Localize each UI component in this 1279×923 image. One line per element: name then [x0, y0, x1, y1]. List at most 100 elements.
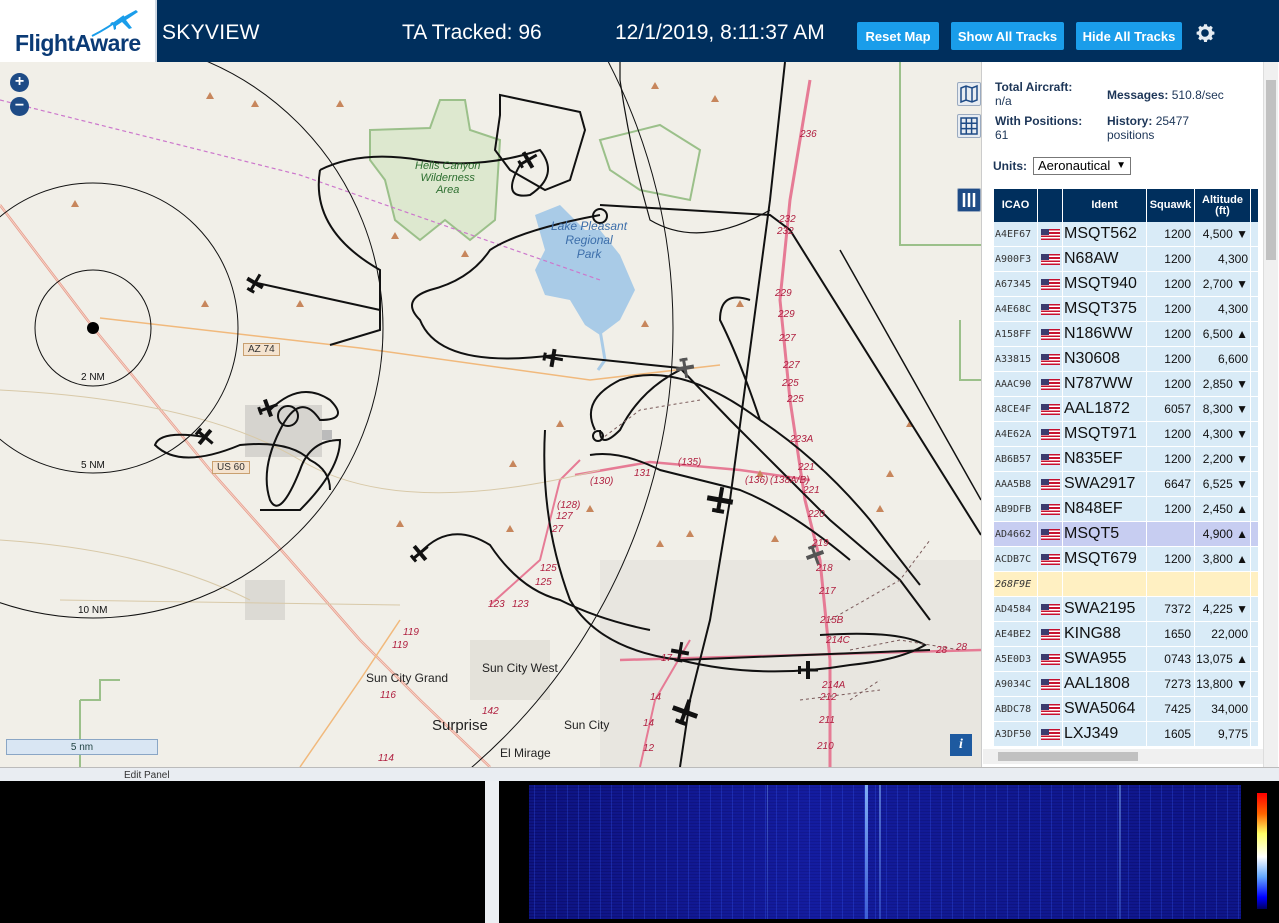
map-layers-button[interactable] [957, 82, 981, 106]
us-flag-icon [1040, 353, 1060, 365]
table-row[interactable]: A4E62A MSQT971 1200 4,300 ▼ [994, 422, 1258, 447]
route-label: (138A/B) [770, 475, 810, 486]
panel-vertical-scrollbar[interactable] [1263, 62, 1278, 767]
table-row[interactable]: ACDB7C MSQT679 1200 3,800 ▲ [994, 547, 1258, 572]
history-unit: positions [1107, 128, 1155, 142]
route-label: 14 [643, 718, 655, 729]
table-row[interactable]: A67345 MSQT940 1200 2,700 ▼ [994, 272, 1258, 297]
column-toggle-button[interactable] [957, 188, 981, 212]
lake-pleasant-label: Lake Pleasant Regional Park [551, 219, 628, 261]
route-label: 221 [798, 462, 815, 473]
us-flag-icon [1040, 628, 1060, 640]
route-label: (136) [745, 475, 769, 486]
table-row[interactable]: A158FF N186WW 1200 6,500 ▲ [994, 322, 1258, 347]
info-button[interactable]: i [950, 734, 972, 756]
table-row[interactable]: A900F3 N68AW 1200 4,300 [994, 247, 1258, 272]
squawk-cell: 7425 [1147, 697, 1195, 721]
table-row[interactable]: AAA5B8 SWA2917 6647 6,525 ▼ [994, 472, 1258, 497]
ident-cell: MSQT679 [1063, 547, 1147, 571]
table-row[interactable]: AAAC90 N787WW 1200 2,850 ▼ [994, 372, 1258, 397]
route-label: 131 [634, 468, 651, 479]
grid-icon [960, 117, 978, 135]
flag-cell [1038, 597, 1063, 621]
zoom-in-button[interactable]: + [10, 73, 29, 92]
route-label: 215B [820, 615, 844, 626]
flag-cell [1038, 497, 1063, 521]
table-row[interactable]: A4EF67 MSQT562 1200 4,500 ▼ [994, 222, 1258, 247]
squawk-cell: 1200 [1147, 322, 1195, 346]
table-row[interactable]: A4E68C MSQT375 1200 4,300 [994, 297, 1258, 322]
scroll-thumb[interactable] [998, 752, 1138, 761]
current-datetime: 12/1/2019, 8:11:37 AM [615, 21, 825, 44]
table-row[interactable]: AD4584 SWA2195 7372 4,225 ▼ [994, 597, 1258, 622]
scroll-thumb[interactable] [1266, 80, 1276, 260]
flag-cell [1038, 697, 1063, 721]
col-ident[interactable]: Ident [1063, 189, 1147, 222]
us-flag-icon [1040, 478, 1060, 490]
table-row[interactable]: A3DF50 LXJ349 1605 9,775 [994, 722, 1258, 747]
history-stat: History: 25477 positions [1107, 114, 1189, 142]
ident-cell: MSQT5 [1063, 522, 1147, 546]
map-view[interactable]: Hells Canyon Wilderness Area Lake Pleasa… [0, 62, 981, 767]
flag-cell [1038, 722, 1063, 746]
col-icao[interactable]: ICAO [994, 189, 1038, 222]
gear-icon[interactable] [1193, 21, 1217, 45]
table-row[interactable]: AD4662 MSQT5 4,900 ▲ [994, 522, 1258, 547]
col-squawk[interactable]: Squawk [1147, 189, 1195, 222]
route-label: 210 [817, 741, 834, 752]
table-row[interactable]: AE4BE2 KING88 1650 22,000 [994, 622, 1258, 647]
table-body: A4EF67 MSQT562 1200 4,500 ▼ A900F3 N68AW 1200 4… [994, 222, 1258, 747]
flag-cell [1038, 372, 1063, 396]
icao-cell: A9034C [994, 672, 1038, 696]
ident-cell: N186WW [1063, 322, 1147, 346]
table-row[interactable]: AB9DFB N848EF 1200 2,450 ▲ [994, 497, 1258, 522]
table-row[interactable]: 268F9E [994, 572, 1258, 597]
grid-toggle-button[interactable] [957, 114, 981, 138]
panel-resize-strip[interactable]: Edit Panel [0, 767, 1279, 781]
us-flag-icon [1040, 653, 1060, 665]
hide-all-tracks-button[interactable]: Hide All Tracks [1076, 22, 1182, 50]
route-label: 223A [790, 434, 814, 445]
icao-cell: A33815 [994, 347, 1038, 371]
units-select[interactable]: Aeronautical ▼ [1033, 157, 1131, 175]
route-label: 217 [819, 586, 836, 597]
route-label: 225 [782, 378, 799, 389]
table-row[interactable]: AB6B57 N835EF 1200 2,200 ▼ [994, 447, 1258, 472]
panel-horizontal-scrollbar[interactable] [983, 749, 1263, 764]
table-row[interactable]: A9034C AAL1808 7273 13,800 ▼ [994, 672, 1258, 697]
signal-line [865, 785, 868, 919]
us60-shield: US 60 [212, 461, 250, 474]
table-row[interactable]: A8CE4F AAL1872 6057 8,300 ▼ [994, 397, 1258, 422]
flag-cell [1038, 447, 1063, 471]
col-altitude[interactable]: Altitude (ft) [1195, 189, 1251, 222]
show-all-tracks-button[interactable]: Show All Tracks [951, 22, 1064, 50]
ident-cell: MSQT375 [1063, 297, 1147, 321]
panel-divider[interactable] [485, 781, 499, 923]
flightaware-logo[interactable]: FlightAware [0, 0, 157, 62]
icao-cell: AAA5B8 [994, 472, 1038, 496]
ident-cell: MSQT971 [1063, 422, 1147, 446]
altitude-cell [1195, 572, 1251, 596]
flag-cell [1038, 322, 1063, 346]
reset-map-button[interactable]: Reset Map [857, 22, 939, 50]
columns-icon [962, 193, 976, 207]
route-label: 116 [380, 690, 396, 701]
altitude-cell: 4,300 ▼ [1195, 422, 1251, 446]
map-scale-bar: 5 nm [6, 739, 158, 755]
ident-cell: N787WW [1063, 372, 1147, 396]
squawk-cell: 1200 [1147, 297, 1195, 321]
aircraft-table: ICAO Ident Squawk Altitude (ft) A4EF67 MS… [994, 189, 1258, 747]
table-row[interactable]: A33815 N30608 1200 6,600 [994, 347, 1258, 372]
messages-stat: Messages: 510.8/sec [1107, 88, 1224, 102]
route-label: 12 [643, 743, 655, 754]
zoom-out-button[interactable]: − [10, 97, 29, 116]
route-label: 218 [816, 563, 833, 574]
table-row[interactable]: A5E0D3 SWA955 0743 13,075 ▲ [994, 647, 1258, 672]
flag-cell [1038, 672, 1063, 696]
us-flag-icon [1040, 253, 1060, 265]
table-row[interactable]: ABDC78 SWA5064 7425 34,000 [994, 697, 1258, 722]
us-flag-icon [1040, 528, 1060, 540]
waterfall-display [529, 785, 1241, 919]
icao-cell: A5E0D3 [994, 647, 1038, 671]
col-flag[interactable] [1038, 189, 1063, 222]
